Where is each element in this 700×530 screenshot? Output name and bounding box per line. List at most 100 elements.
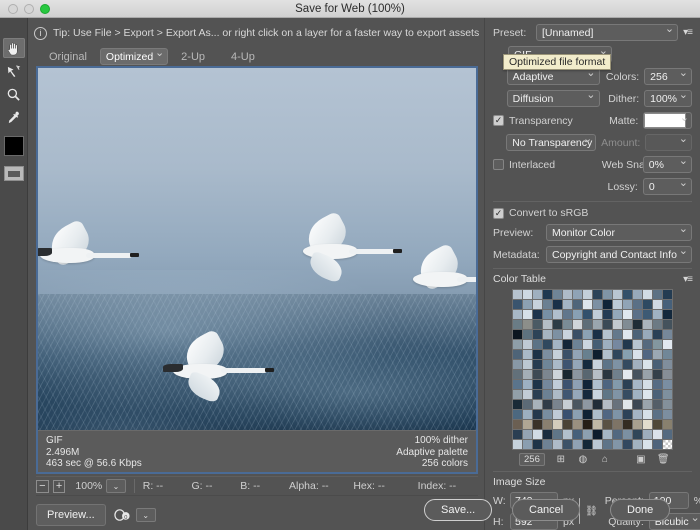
preview-color-dropdown[interactable]: Monitor Color: [546, 224, 692, 241]
color-swatch[interactable]: [613, 410, 622, 419]
color-swatch[interactable]: [633, 400, 642, 409]
color-swatch[interactable]: [593, 330, 602, 339]
link-constrain-icon[interactable]: ⛓: [585, 506, 598, 517]
transparency-checkbox[interactable]: ✓ Transparency: [493, 115, 600, 127]
color-swatch[interactable]: [643, 410, 652, 419]
color-swatch[interactable]: [583, 300, 592, 309]
color-swatch[interactable]: [533, 320, 542, 329]
color-swatch[interactable]: [523, 310, 532, 319]
browser-dropdown[interactable]: ⌄: [135, 508, 156, 522]
color-swatch[interactable]: [553, 360, 562, 369]
color-swatch[interactable]: [573, 290, 582, 299]
color-swatch[interactable]: [573, 330, 582, 339]
color-swatch[interactable]: [583, 360, 592, 369]
color-swatch[interactable]: [593, 440, 602, 449]
color-swatch[interactable]: [603, 380, 612, 389]
color-swatch[interactable]: [603, 370, 612, 379]
color-swatch[interactable]: [563, 340, 572, 349]
color-swatch[interactable]: [513, 390, 522, 399]
color-swatch[interactable]: [633, 330, 642, 339]
color-swatch[interactable]: [513, 360, 522, 369]
color-swatch[interactable]: [593, 300, 602, 309]
color-swatch[interactable]: [533, 310, 542, 319]
color-swatch[interactable]: [613, 290, 622, 299]
color-swatch[interactable]: [633, 360, 642, 369]
color-swatch[interactable]: [653, 320, 662, 329]
color-swatch[interactable]: [513, 380, 522, 389]
web-snap-icon[interactable]: ⊞: [555, 454, 567, 466]
color-swatch[interactable]: [573, 390, 582, 399]
color-swatch[interactable]: [603, 400, 612, 409]
color-swatch[interactable]: [563, 300, 572, 309]
color-swatch[interactable]: [643, 420, 652, 429]
color-swatch[interactable]: [623, 360, 632, 369]
color-swatch[interactable]: [533, 410, 542, 419]
tab-optimized[interactable]: Optimized: [99, 48, 169, 65]
color-swatch[interactable]: [613, 310, 622, 319]
color-swatch[interactable]: [563, 390, 572, 399]
color-table-panel-menu-icon[interactable]: ▾≡: [683, 274, 693, 285]
color-swatch[interactable]: [543, 320, 552, 329]
color-swatch[interactable]: [593, 400, 602, 409]
color-swatch[interactable]: [543, 420, 552, 429]
color-swatch[interactable]: [643, 340, 652, 349]
color-swatch[interactable]: [553, 300, 562, 309]
color-swatch[interactable]: [543, 370, 552, 379]
color-swatch[interactable]: [593, 360, 602, 369]
color-swatch[interactable]: [623, 320, 632, 329]
tab-2up[interactable]: 2-Up: [168, 48, 218, 66]
color-swatch[interactable]: [603, 300, 612, 309]
overlay-menu-icon[interactable]: ▾≡: [52, 470, 142, 473]
color-swatch[interactable]: [623, 290, 632, 299]
color-swatch[interactable]: [523, 380, 532, 389]
save-button[interactable]: Save...: [424, 499, 493, 521]
color-swatch[interactable]: [543, 290, 552, 299]
color-swatch[interactable]: [553, 390, 562, 399]
color-swatch[interactable]: [663, 420, 672, 429]
color-swatch[interactable]: [533, 380, 542, 389]
color-swatch[interactable]: [663, 430, 672, 439]
color-swatch[interactable]: [553, 310, 562, 319]
palette-algorithm-dropdown[interactable]: Adaptive: [506, 68, 600, 85]
color-swatch[interactable]: [623, 420, 632, 429]
color-swatch[interactable]: [543, 430, 552, 439]
color-swatch[interactable]: [663, 360, 672, 369]
color-swatch[interactable]: [553, 320, 562, 329]
color-swatch[interactable]: [563, 400, 572, 409]
color-swatch[interactable]: [583, 350, 592, 359]
color-swatch[interactable]: [523, 340, 532, 349]
color-swatch[interactable]: [603, 420, 612, 429]
color-swatch[interactable]: [583, 320, 592, 329]
matte-dropdown[interactable]: ⌄: [643, 112, 692, 129]
color-swatch[interactable]: [533, 350, 542, 359]
color-swatch[interactable]: [643, 440, 652, 449]
color-swatch[interactable]: [653, 290, 662, 299]
color-swatch[interactable]: [653, 300, 662, 309]
color-swatch[interactable]: [663, 300, 672, 309]
slice-select-tool[interactable]: [3, 61, 25, 81]
color-swatch[interactable]: [583, 380, 592, 389]
browser-icon[interactable]: 0: [114, 507, 132, 523]
color-swatch[interactable]: [623, 390, 632, 399]
color-swatch[interactable]: [573, 430, 582, 439]
color-swatch[interactable]: [533, 390, 542, 399]
color-swatch[interactable]: [513, 350, 522, 359]
colors-stepper[interactable]: 256: [644, 66, 692, 85]
color-swatch[interactable]: [643, 360, 652, 369]
tab-4up[interactable]: 4-Up: [218, 48, 268, 66]
color-swatch[interactable]: [553, 430, 562, 439]
color-swatch[interactable]: [593, 390, 602, 399]
color-swatch[interactable]: [553, 400, 562, 409]
color-swatch[interactable]: [583, 430, 592, 439]
interlaced-checkbox[interactable]: ✓ Interlaced: [493, 159, 597, 171]
color-swatch[interactable]: [613, 340, 622, 349]
color-swatch[interactable]: [553, 420, 562, 429]
color-swatch[interactable]: [633, 340, 642, 349]
color-swatch[interactable]: [653, 350, 662, 359]
color-swatch[interactable]: [553, 410, 562, 419]
color-swatch[interactable]: [523, 420, 532, 429]
color-swatch[interactable]: [523, 350, 532, 359]
color-swatch[interactable]: [583, 420, 592, 429]
color-swatch[interactable]: [523, 370, 532, 379]
color-swatch[interactable]: [563, 310, 572, 319]
